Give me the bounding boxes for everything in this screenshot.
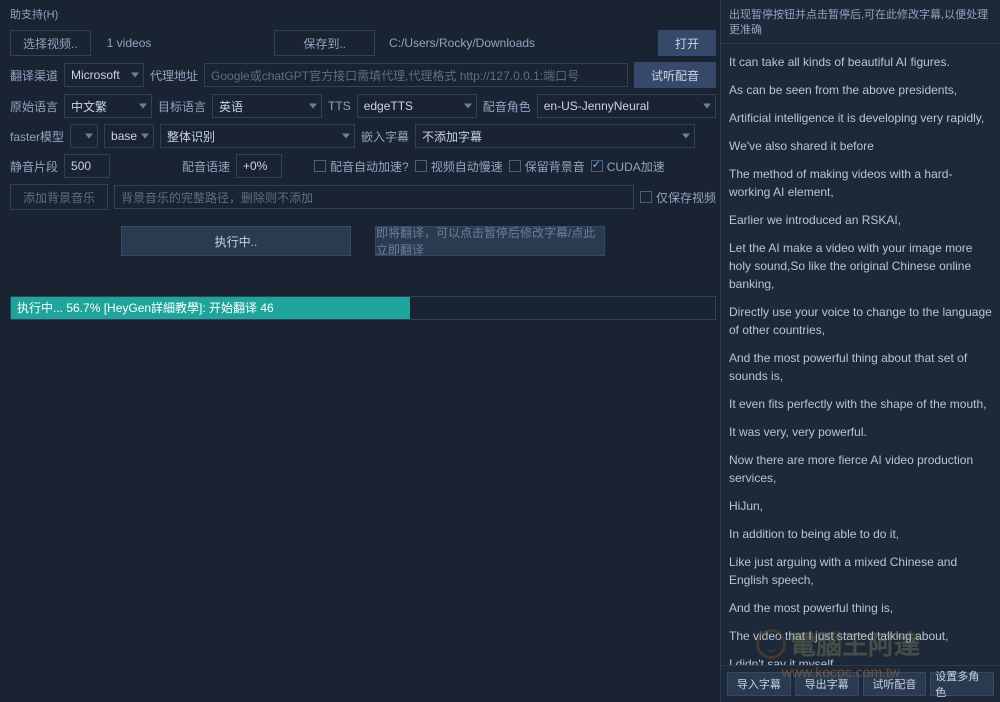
model-combo[interactable]: base [104, 124, 154, 148]
chevron-down-icon [139, 104, 147, 109]
video-count: 1 videos [107, 36, 152, 50]
subtitle-line[interactable]: Like just arguing with a mixed Chinese a… [729, 548, 992, 594]
tts-label: TTS [328, 99, 351, 113]
test-voice-button[interactable]: 试听配音 [634, 62, 716, 88]
src-lang-label: 原始语言 [10, 98, 58, 115]
progress-text: 执行中... 56.7% [HeyGen詳細教學]: 开始翻译 46 [11, 297, 715, 319]
subtitle-line[interactable]: It even fits perfectly with the shape of… [729, 390, 992, 418]
execute-button[interactable]: 执行中.. [121, 226, 351, 256]
src-lang-combo[interactable]: 中文繁 [64, 94, 152, 118]
channel-label: 翻译渠道 [10, 67, 58, 84]
import-subtitle-button[interactable]: 导入字幕 [727, 672, 791, 696]
chevron-down-icon [703, 104, 711, 109]
model-kind-combo[interactable] [70, 124, 98, 148]
subtitle-line[interactable]: Let the AI make a video with your image … [729, 234, 992, 298]
cuda-checkbox[interactable]: CUDA加速 [591, 158, 665, 175]
subtitle-line[interactable]: It can take all kinds of beautiful AI fi… [729, 48, 992, 76]
checkbox-icon [415, 160, 427, 172]
export-subtitle-button[interactable]: 导出字幕 [795, 672, 859, 696]
keep-bg-checkbox[interactable]: 保留背景音 [509, 158, 585, 175]
auto-video-slow-checkbox[interactable]: 视频自动慢速 [415, 158, 503, 175]
row-bgm: 添加背景音乐 背景音乐的完整路径，删除则不添加 仅保存视频 [10, 184, 716, 210]
test-voice-button-footer[interactable]: 试听配音 [863, 672, 927, 696]
chevron-down-icon [85, 134, 93, 139]
embed-combo[interactable]: 不添加字幕 [415, 124, 695, 148]
row-language: 原始语言 中文繁 目标语言 英语 TTS edgeTTS 配音角色 en-US-… [10, 94, 716, 118]
pause-translate-button[interactable]: 即将翻译，可以点击暂停后修改字幕/点此立即翻译 [375, 226, 605, 256]
subtitle-line[interactable]: The video that I just started talking ab… [729, 622, 992, 650]
model-kind-label: faster模型 [10, 128, 64, 145]
tgt-lang-combo[interactable]: 英语 [212, 94, 322, 118]
subtitle-line[interactable]: Now there are more fierce AI video produ… [729, 446, 992, 492]
menu-help[interactable]: 助支持(H) [10, 4, 716, 30]
save-path: C:/Users/Rocky/Downloads [381, 36, 535, 50]
embed-label: 嵌入字幕 [361, 128, 409, 145]
multi-role-button[interactable]: 设置多角色 [930, 672, 994, 696]
subtitle-line[interactable]: Earlier we introduced an RSKAI, [729, 206, 992, 234]
subtitle-line[interactable]: HiJun, [729, 492, 992, 520]
recog-combo[interactable]: 整体识别 [160, 124, 355, 148]
proxy-label: 代理地址 [150, 67, 198, 84]
speed-label: 配音语速 [182, 158, 230, 175]
subtitle-line[interactable]: The method of making videos with a hard-… [729, 160, 992, 206]
proxy-input[interactable]: Google或chatGPT官方接口需填代理,代理格式 http://127.0… [204, 63, 628, 87]
subtitle-line[interactable]: It was very, very powerful. [729, 418, 992, 446]
subtitle-line[interactable]: Directly use your voice to change to the… [729, 298, 992, 344]
progress-bar: 执行中... 56.7% [HeyGen詳細教學]: 开始翻译 46 [10, 296, 716, 320]
subtitle-line[interactable]: As can be seen from the above presidents… [729, 76, 992, 104]
subtitle-line[interactable]: Artificial intelligence it is developing… [729, 104, 992, 132]
row-video: 选择视频.. 1 videos 保存到.. C:/Users/Rocky/Dow… [10, 30, 716, 56]
subtitle-line[interactable]: In addition to being able to do it, [729, 520, 992, 548]
chevron-down-icon [464, 104, 472, 109]
subtitle-line[interactable]: We've also shared it before [729, 132, 992, 160]
subtitle-panel-hint: 出现暂停按钮并点击暂停后,可在此修改字幕,以便处理更准确 [721, 0, 1000, 44]
chevron-down-icon [141, 134, 149, 139]
channel-combo[interactable]: Microsoft [64, 63, 144, 87]
voice-combo[interactable]: en-US-JennyNeural [537, 94, 716, 118]
checkbox-icon [640, 191, 652, 203]
silence-label: 静音片段 [10, 158, 58, 175]
tgt-lang-label: 目标语言 [158, 98, 206, 115]
chevron-down-icon [342, 134, 350, 139]
bgm-path-input[interactable]: 背景音乐的完整路径，删除则不添加 [114, 185, 634, 209]
select-video-button[interactable]: 选择视频.. [10, 30, 91, 56]
silence-input[interactable]: 500 [64, 154, 110, 178]
speed-input[interactable]: +0% [236, 154, 282, 178]
row-channel: 翻译渠道 Microsoft 代理地址 Google或chatGPT官方接口需填… [10, 62, 716, 88]
chevron-down-icon [131, 73, 139, 78]
subtitle-list[interactable]: It can take all kinds of beautiful AI fi… [721, 44, 1000, 665]
only-save-video-checkbox[interactable]: 仅保存视频 [640, 189, 716, 206]
add-bgm-button[interactable]: 添加背景音乐 [10, 184, 108, 210]
row-options: 静音片段 500 配音语速 +0% 配音自动加速? 视频自动慢速 保留背景音 C… [10, 154, 716, 178]
voice-label: 配音角色 [483, 98, 531, 115]
chevron-down-icon [309, 104, 317, 109]
row-model: faster模型 base 整体识别 嵌入字幕 不添加字幕 [10, 124, 716, 148]
save-to-button[interactable]: 保存到.. [274, 30, 375, 56]
subtitle-line[interactable]: I didn't say it myself. [729, 650, 992, 665]
checkbox-icon [591, 160, 603, 172]
checkbox-icon [509, 160, 521, 172]
subtitle-line[interactable]: And the most powerful thing is, [729, 594, 992, 622]
open-button[interactable]: 打开 [658, 30, 716, 56]
chevron-down-icon [682, 134, 690, 139]
auto-voice-speed-checkbox[interactable]: 配音自动加速? [314, 158, 409, 175]
tts-combo[interactable]: edgeTTS [357, 94, 477, 118]
checkbox-icon [314, 160, 326, 172]
subtitle-line[interactable]: And the most powerful thing about that s… [729, 344, 992, 390]
